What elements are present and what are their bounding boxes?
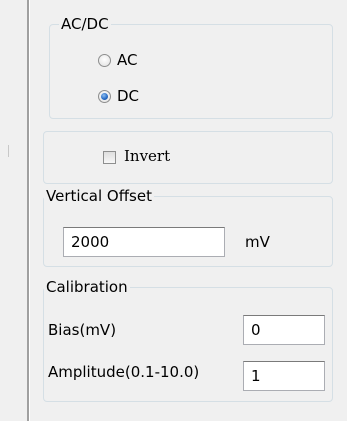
bias-label: Bias(mV) bbox=[48, 321, 117, 339]
vertical-offset-input[interactable] bbox=[63, 227, 225, 257]
invert-checkbox-label[interactable]: Invert bbox=[124, 147, 170, 165]
invert-checkbox[interactable] bbox=[103, 151, 116, 164]
bias-input[interactable] bbox=[243, 315, 325, 345]
invert-group bbox=[43, 131, 333, 184]
panel-divider bbox=[27, 0, 30, 421]
acdc-group bbox=[49, 24, 333, 119]
ac-radio-label[interactable]: AC bbox=[117, 51, 137, 69]
acdc-group-title: AC/DC bbox=[59, 15, 111, 33]
calibration-title: Calibration bbox=[44, 278, 130, 296]
splitter-handle bbox=[8, 145, 15, 157]
vertical-offset-unit: mV bbox=[245, 233, 270, 251]
coupling-settings-panel: AC/DC AC DC Invert Vertical Offset mV Ca… bbox=[0, 0, 347, 421]
vertical-offset-title: Vertical Offset bbox=[44, 187, 154, 205]
amplitude-input[interactable] bbox=[243, 361, 325, 391]
ac-radio[interactable] bbox=[98, 54, 111, 67]
dc-radio[interactable] bbox=[98, 90, 111, 103]
amplitude-label: Amplitude(0.1-10.0) bbox=[48, 363, 200, 381]
dc-radio-label[interactable]: DC bbox=[117, 87, 139, 105]
